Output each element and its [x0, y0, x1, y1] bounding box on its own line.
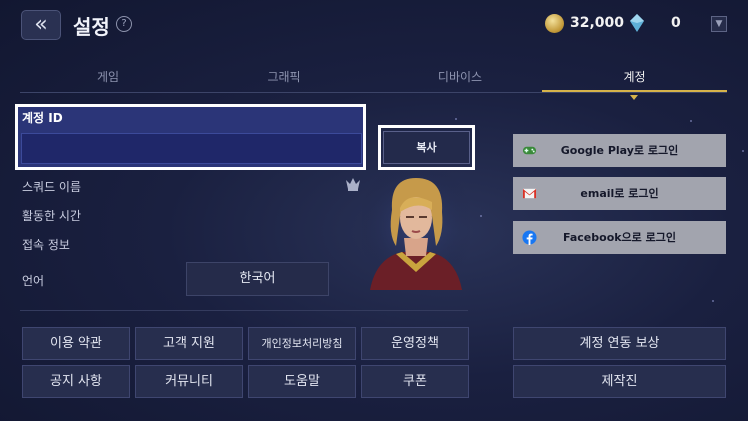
- support-button[interactable]: 고객 지원: [135, 327, 243, 360]
- google-play-login-button[interactable]: Google Play로 로그인: [513, 134, 726, 167]
- tab-account[interactable]: 계정: [542, 62, 727, 92]
- copy-id-button[interactable]: 복사: [383, 131, 470, 164]
- page-title: 설정: [73, 15, 110, 39]
- crystal-icon: [630, 14, 644, 32]
- currency-dropdown-button[interactable]: ▼: [711, 16, 727, 32]
- account-id-field: [21, 133, 362, 164]
- crystal-amount: 0: [671, 15, 681, 31]
- community-button[interactable]: 커뮤니티: [135, 365, 243, 398]
- tab-device[interactable]: 디바이스: [372, 62, 548, 92]
- facebook-login-button[interactable]: Facebook으로 로그인: [513, 221, 726, 254]
- tab-game[interactable]: 게임: [20, 62, 196, 92]
- settings-tab-bar: 게임 그래픽 디바이스 계정: [20, 62, 727, 93]
- operation-policy-button[interactable]: 운영정책: [361, 327, 469, 360]
- active-tab-indicator: [630, 95, 638, 100]
- email-login-button[interactable]: email로 로그인: [513, 177, 726, 210]
- email-login-label: email로 로그인: [580, 187, 659, 200]
- notice-button[interactable]: 공지 사항: [22, 365, 130, 398]
- help-button[interactable]: 도움말: [248, 365, 356, 398]
- gold-amount: 32,000: [570, 15, 625, 31]
- tab-graphics[interactable]: 그래픽: [196, 62, 372, 92]
- terms-button[interactable]: 이용 약관: [22, 327, 130, 360]
- privacy-policy-button[interactable]: 개인정보처리방침: [248, 327, 356, 360]
- language-label: 언어: [22, 274, 45, 288]
- squad-name-label: 스쿼드 이름: [22, 180, 82, 194]
- hero-portrait: [362, 172, 470, 290]
- help-icon[interactable]: ?: [116, 16, 132, 32]
- crown-icon: [346, 178, 360, 191]
- credits-button[interactable]: 제작진: [513, 365, 726, 398]
- back-button[interactable]: «: [21, 10, 61, 40]
- gold-coin-icon: [545, 14, 564, 33]
- language-select[interactable]: 한국어: [186, 262, 329, 296]
- double-chevron-left-icon: «: [34, 12, 48, 37]
- section-divider: [20, 310, 468, 311]
- account-id-label: 계정 ID: [22, 111, 63, 125]
- active-time-label: 활동한 시간: [22, 209, 82, 223]
- coupon-button[interactable]: 쿠폰: [361, 365, 469, 398]
- facebook-login-label: Facebook으로 로그인: [562, 231, 676, 244]
- google-play-login-label: Google Play로 로그인: [560, 144, 679, 157]
- account-link-reward-button[interactable]: 계정 연동 보상: [513, 327, 726, 360]
- connection-info-label: 접속 정보: [22, 238, 70, 252]
